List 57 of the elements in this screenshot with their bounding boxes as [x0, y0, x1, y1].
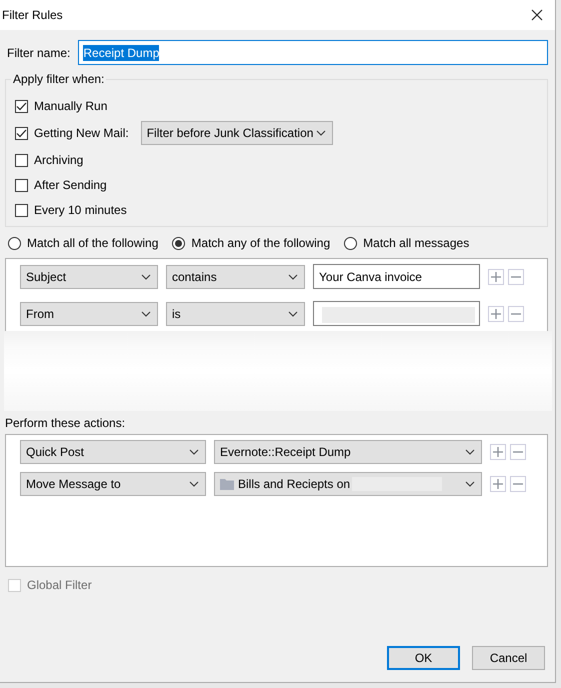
chevron-down-icon — [288, 310, 298, 316]
action-dropdown[interactable]: Move Message to — [20, 472, 206, 496]
action-dropdown[interactable]: Quick Post — [20, 440, 206, 464]
add-button[interactable] — [488, 306, 504, 322]
remove-button[interactable] — [510, 444, 526, 460]
plus-icon — [493, 479, 503, 489]
checkbox-label: After Sending — [34, 178, 107, 192]
value-field[interactable] — [313, 301, 480, 326]
radio-button[interactable] — [172, 236, 186, 250]
operator-dropdown[interactable]: contains — [166, 264, 305, 288]
checkbox-label: Global Filter — [27, 578, 92, 592]
filter-name-label: Filter name: — [7, 46, 70, 60]
radio-label: Match any of the following — [191, 236, 330, 250]
window-title: Filter Rules — [2, 8, 63, 22]
checkbox[interactable] — [15, 204, 28, 216]
checkbox-label: Manually Run — [34, 99, 108, 113]
field-dropdown[interactable]: Subject — [20, 264, 158, 288]
actions-label: Perform these actions: — [5, 416, 126, 430]
value-field[interactable]: Your Canva invoice — [313, 264, 480, 289]
target-dropdown[interactable]: Bills and Reciepts on — [214, 472, 482, 496]
radio-button[interactable] — [8, 236, 21, 250]
ok-button[interactable]: OK — [387, 646, 460, 670]
chevron-down-icon — [189, 449, 199, 455]
remove-button[interactable] — [508, 306, 524, 322]
chevron-down-icon — [288, 274, 298, 280]
chevron-down-icon — [141, 274, 151, 280]
remove-button[interactable] — [510, 476, 526, 492]
group-legend: Apply filter when: — [11, 72, 106, 86]
plus-icon — [491, 308, 501, 318]
operator-dropdown[interactable]: is — [166, 302, 305, 326]
close-icon — [531, 9, 543, 21]
checkbox[interactable] — [15, 126, 28, 140]
plus-icon — [493, 447, 503, 457]
radio-label: Match all messages — [363, 236, 470, 250]
chevron-down-icon — [465, 481, 475, 487]
checkbox[interactable] — [15, 100, 28, 112]
radio-label: Match all of the following — [27, 236, 158, 250]
plus-icon — [491, 272, 501, 282]
checkbox[interactable] — [15, 178, 28, 192]
chevron-down-icon — [141, 310, 151, 316]
checkbox-label: Every 10 minutes — [34, 203, 127, 217]
target-dropdown[interactable]: Evernote::Receipt Dump — [214, 440, 482, 464]
checkbox-label: Getting New Mail: — [34, 126, 129, 140]
add-button[interactable] — [488, 268, 504, 284]
field-dropdown[interactable]: From — [20, 302, 158, 326]
cancel-button[interactable]: Cancel — [472, 646, 545, 670]
chevron-down-icon — [316, 130, 326, 136]
chevron-down-icon — [465, 449, 475, 455]
junk-timing-dropdown[interactable]: Filter before Junk Classification — [140, 121, 333, 145]
filter-name-field[interactable]: Receipt Dump — [78, 40, 548, 65]
chevron-down-icon — [189, 481, 199, 487]
checkbox-label: Archiving — [34, 153, 84, 167]
add-button[interactable] — [490, 476, 506, 492]
checkbox[interactable] — [15, 154, 28, 166]
add-button[interactable] — [490, 444, 506, 460]
radio-button[interactable] — [344, 236, 358, 250]
remove-button[interactable] — [508, 268, 524, 284]
